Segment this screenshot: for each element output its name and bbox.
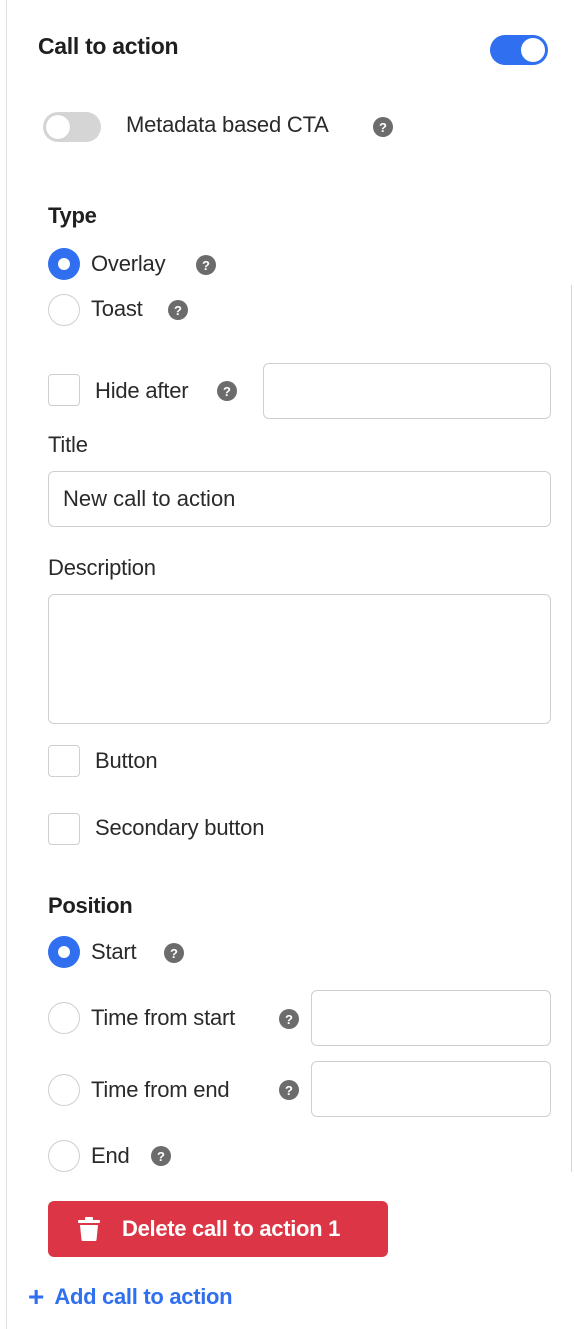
type-overlay-label: Overlay <box>91 251 166 276</box>
description-textarea[interactable] <box>48 594 551 724</box>
help-icon[interactable]: ? <box>151 1146 171 1166</box>
type-toast-radio[interactable] <box>48 294 80 326</box>
time-from-end-input[interactable] <box>311 1061 551 1117</box>
toggle-knob <box>521 38 545 62</box>
add-cta-label: Add call to action <box>54 1284 233 1309</box>
type-overlay-radio[interactable] <box>48 248 80 280</box>
hide-after-input[interactable] <box>263 363 551 419</box>
delete-cta-button[interactable]: Delete call to action 1 <box>48 1201 388 1257</box>
help-icon[interactable]: ? <box>373 117 393 137</box>
trash-icon <box>78 1217 100 1241</box>
delete-cta-label: Delete call to action 1 <box>122 1216 341 1241</box>
help-icon[interactable]: ? <box>279 1009 299 1029</box>
hide-after-checkbox[interactable] <box>48 374 80 406</box>
title-input[interactable] <box>48 471 551 527</box>
title-label: Title <box>48 432 88 457</box>
metadata-cta-label: Metadata based CTA <box>126 112 329 137</box>
position-start-label: Start <box>91 939 137 964</box>
button-label: Button <box>95 748 158 773</box>
secondary-button-label: Secondary button <box>95 815 265 840</box>
help-icon[interactable]: ? <box>164 943 184 963</box>
position-start-radio[interactable] <box>48 936 80 968</box>
add-cta-link[interactable]: + Add call to action <box>28 1281 233 1312</box>
metadata-cta-toggle[interactable] <box>43 112 101 142</box>
time-from-start-input[interactable] <box>311 990 551 1046</box>
position-time-from-end-label: Time from end <box>91 1077 230 1102</box>
description-label: Description <box>48 555 156 580</box>
cta-enabled-toggle[interactable] <box>490 35 548 65</box>
position-time-from-end-radio[interactable] <box>48 1074 80 1106</box>
position-time-from-start-label: Time from start <box>91 1005 236 1030</box>
scroll-track <box>571 285 572 1172</box>
plus-icon: + <box>28 1281 45 1312</box>
help-icon[interactable]: ? <box>217 381 237 401</box>
position-time-from-start-radio[interactable] <box>48 1002 80 1034</box>
help-icon[interactable]: ? <box>279 1080 299 1100</box>
panel-title: Call to action <box>38 33 179 59</box>
toggle-knob <box>46 115 70 139</box>
type-toast-label: Toast <box>91 296 143 321</box>
help-icon[interactable]: ? <box>168 300 188 320</box>
type-section-title: Type <box>48 203 97 228</box>
position-end-label: End <box>91 1143 130 1168</box>
panel-left-border <box>6 0 7 1329</box>
help-icon[interactable]: ? <box>196 255 216 275</box>
secondary-button-checkbox[interactable] <box>48 813 80 845</box>
button-checkbox[interactable] <box>48 745 80 777</box>
hide-after-label: Hide after <box>95 378 189 403</box>
position-section-title: Position <box>48 893 133 918</box>
position-end-radio[interactable] <box>48 1140 80 1172</box>
